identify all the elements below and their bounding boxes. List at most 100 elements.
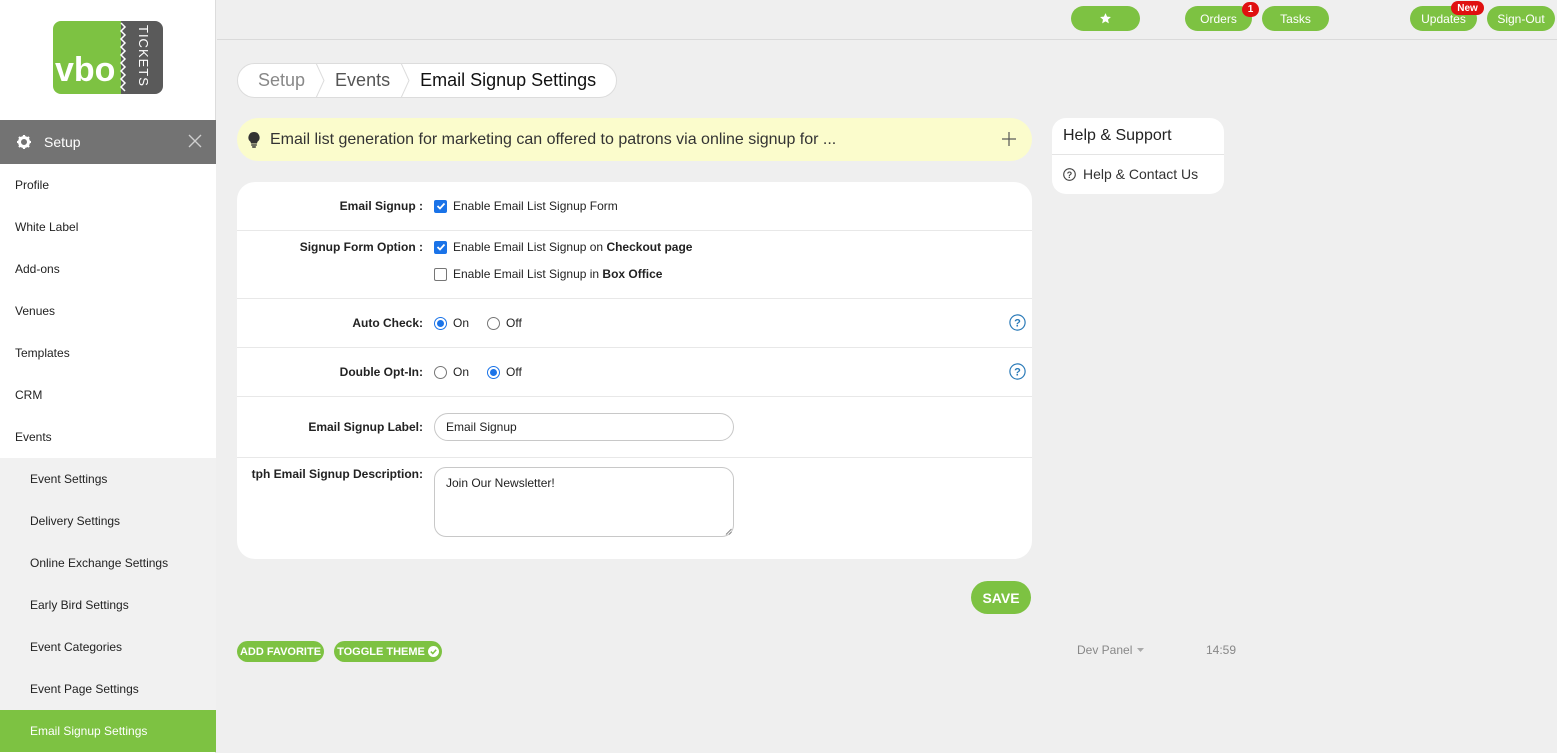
breadcrumb-current: Email Signup Settings [420, 70, 597, 90]
dev-panel-dropdown[interactable]: Dev Panel [1077, 643, 1145, 657]
help-support-panel: Help & Support ? Help & Contact Us [1052, 118, 1224, 194]
question-help-icon[interactable]: ? [1009, 363, 1026, 380]
radio-selected[interactable] [434, 316, 447, 330]
clock-time: 14:59 [1206, 643, 1237, 657]
auto-check-radio-group: On Off [434, 316, 540, 330]
auto-check-off-text: Off [506, 316, 522, 330]
gear-icon [17, 135, 31, 149]
box-office-option-prefix: Enable Email List Signup in [453, 267, 603, 281]
sidebar-item-events[interactable]: Events [0, 416, 216, 458]
checkbox-unchecked[interactable] [434, 267, 447, 281]
sidebar: vbo TICKETS Setup Profile White Label Ad… [0, 0, 216, 753]
updates-new-badge: New [1451, 1, 1484, 15]
expand-plus-icon[interactable] [1002, 132, 1016, 146]
favorites-button[interactable] [1071, 6, 1140, 31]
logo-tickets-text: TICKETS [136, 25, 151, 87]
top-bar: Orders 1 Tasks Updates New Sign-Out [217, 0, 1557, 40]
checkmark-icon [436, 243, 445, 251]
sidebar-subitem-email-signup-settings[interactable]: Email Signup Settings [0, 710, 216, 752]
tasks-button[interactable]: Tasks [1262, 6, 1329, 31]
sidebar-item-profile[interactable]: Profile [0, 164, 216, 206]
auto-check-on-text: On [453, 316, 470, 330]
signup-description-label: tph Email Signup Description: [251, 467, 423, 481]
sign-out-button[interactable]: Sign-Out [1487, 6, 1555, 31]
email-signup-settings-form: Email Signup : Enable Email List Signup … [237, 182, 1032, 559]
svg-text:?: ? [1014, 367, 1021, 379]
sidebar-item-venues[interactable]: Venues [0, 290, 216, 332]
check-circle-icon [427, 646, 439, 657]
double-opt-in-off-option[interactable]: Off [487, 365, 522, 379]
question-help-icon[interactable]: ? [1009, 314, 1026, 331]
breadcrumb-setup[interactable]: Setup [248, 70, 315, 91]
radio-unselected[interactable] [487, 316, 501, 330]
radio-selected[interactable] [487, 365, 501, 379]
double-opt-in-label: Double Opt-In: [339, 365, 423, 379]
signup-label-field-label: Email Signup Label: [308, 420, 423, 434]
auto-check-on-option[interactable]: On [434, 316, 469, 330]
close-icon[interactable] [188, 134, 202, 148]
double-opt-in-off-text: Off [506, 365, 522, 379]
checkbox-checked[interactable] [434, 240, 447, 254]
save-button[interactable]: SAVE [971, 581, 1031, 614]
signup-description-textarea[interactable]: Join Our Newsletter! [434, 467, 734, 537]
signup-label-input[interactable]: Email Signup [434, 413, 734, 441]
vbo-tickets-logo[interactable]: vbo TICKETS [53, 21, 163, 94]
sidebar-section-title: Setup [44, 134, 81, 150]
double-opt-in-radio-group: On Off [434, 365, 540, 379]
help-contact-link[interactable]: ? Help & Contact Us [1052, 155, 1224, 193]
double-opt-in-on-text: On [453, 365, 470, 379]
sidebar-subitem-event-page-settings[interactable]: Event Page Settings [0, 668, 216, 710]
toggle-theme-text: TOGGLE THEME [337, 645, 425, 658]
svg-text:?: ? [1067, 169, 1073, 179]
sidebar-subitem-event-settings[interactable]: Event Settings [0, 458, 216, 500]
svg-text:?: ? [1014, 318, 1021, 330]
sidebar-item-templates[interactable]: Templates [0, 332, 216, 374]
lightbulb-icon [248, 131, 260, 148]
box-office-checkbox[interactable]: Enable Email List Signup in Box Office [434, 267, 662, 281]
orders-count-badge: 1 [1242, 2, 1259, 17]
sidebar-item-white-label[interactable]: White Label [0, 206, 216, 248]
breadcrumb-separator-icon [315, 63, 325, 98]
info-banner-text: Email list generation for marketing can … [270, 130, 837, 148]
breadcrumb-events[interactable]: Events [325, 70, 400, 91]
checkout-page-option-prefix: Enable Email List Signup on [453, 240, 607, 254]
double-opt-in-row: Double Opt-In: On Off ? [237, 348, 1032, 397]
auto-check-off-option[interactable]: Off [487, 316, 522, 330]
checkout-page-option-bold: Checkout page [606, 240, 693, 254]
enable-signup-form-text: Enable Email List Signup Form [453, 199, 618, 213]
resize-handle-icon[interactable] [725, 528, 732, 535]
box-office-option-bold: Box Office [602, 267, 663, 281]
auto-check-label: Auto Check: [352, 316, 423, 330]
add-favorite-button[interactable]: ADD FAVORITE [237, 641, 324, 662]
sidebar-subitem-event-categories[interactable]: Event Categories [0, 626, 216, 668]
sidebar-item-add-ons[interactable]: Add-ons [0, 248, 216, 290]
signup-description-row: tph Email Signup Description: Join Our N… [237, 458, 1032, 559]
radio-unselected[interactable] [434, 365, 447, 379]
email-signup-label-row: Email Signup Label: Email Signup [237, 397, 1032, 458]
breadcrumb-separator-icon [400, 63, 410, 98]
sidebar-subitem-online-exchange-settings[interactable]: Online Exchange Settings [0, 542, 216, 584]
double-opt-in-on-option[interactable]: On [434, 365, 469, 379]
caret-down-icon [1137, 648, 1145, 652]
checkout-page-checkbox[interactable]: Enable Email List Signup on Checkout pag… [434, 240, 692, 254]
email-signup-label: Email Signup : [339, 199, 423, 213]
checkbox-checked[interactable] [434, 199, 447, 213]
help-support-title: Help & Support [1052, 118, 1224, 155]
checkmark-icon [436, 202, 445, 210]
auto-check-row: Auto Check: On Off ? [237, 299, 1032, 348]
signup-form-option-row: Signup Form Option : Enable Email List S… [237, 231, 1032, 299]
sidebar-section-header[interactable]: Setup [0, 120, 216, 164]
sidebar-menu: Profile White Label Add-ons Venues Templ… [0, 164, 216, 752]
breadcrumb: Setup Events Email Signup Settings [237, 63, 618, 98]
toggle-theme-button[interactable]: TOGGLE THEME [334, 641, 442, 662]
info-banner[interactable]: Email list generation for marketing can … [237, 118, 1032, 161]
enable-signup-form-checkbox[interactable]: Enable Email List Signup Form [434, 199, 618, 213]
dev-panel-text: Dev Panel [1077, 643, 1133, 657]
email-signup-row: Email Signup : Enable Email List Signup … [237, 182, 1032, 231]
logo-vbo-text: vbo [55, 51, 115, 89]
question-circle-icon: ? [1063, 167, 1076, 181]
sidebar-subitem-delivery-settings[interactable]: Delivery Settings [0, 500, 216, 542]
star-icon [1100, 13, 1111, 24]
sidebar-subitem-early-bird-settings[interactable]: Early Bird Settings [0, 584, 216, 626]
sidebar-item-crm[interactable]: CRM [0, 374, 216, 416]
